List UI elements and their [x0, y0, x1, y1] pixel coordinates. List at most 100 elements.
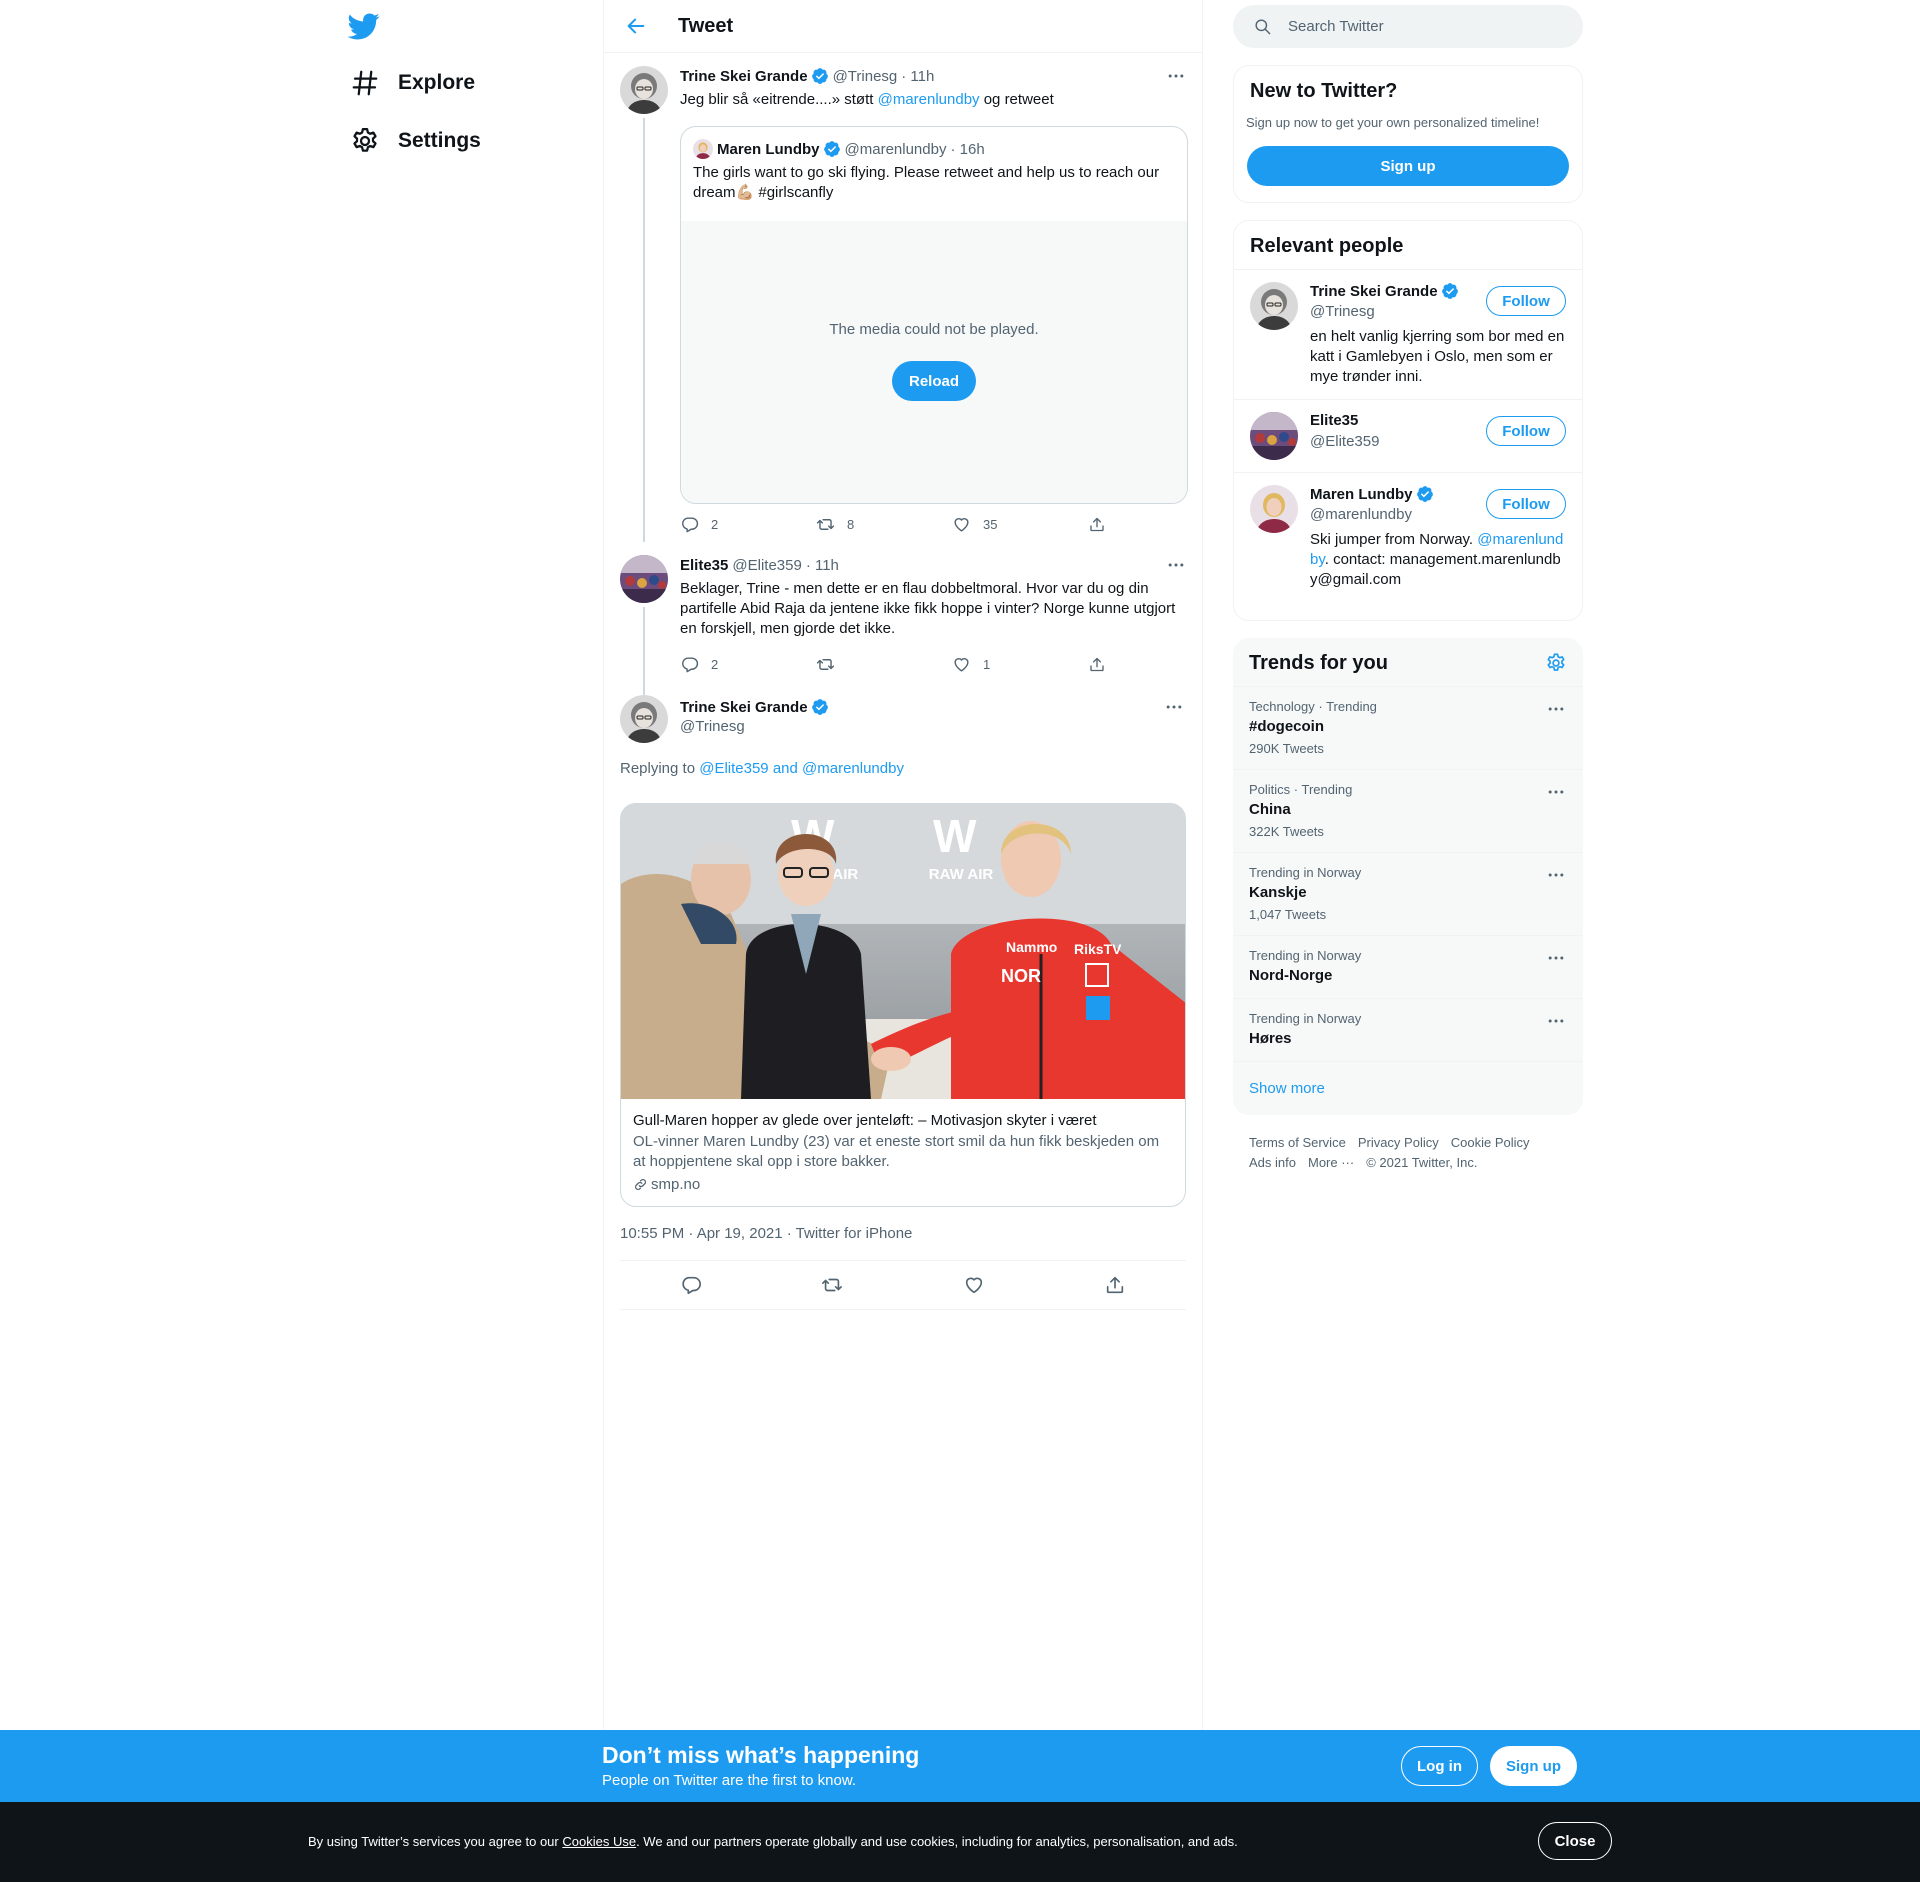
trend-item[interactable]: Trending in Norway Høres	[1233, 998, 1583, 1061]
avatar[interactable]	[1250, 412, 1298, 460]
share-button[interactable]	[1104, 1274, 1126, 1296]
trend-item[interactable]: Trending in Norway Nord-Norge	[1233, 935, 1583, 998]
avatar[interactable]	[1250, 485, 1298, 533]
like-button[interactable]	[963, 1274, 985, 1296]
photo-sign: RAW AIR	[929, 866, 994, 883]
search-bar[interactable]	[1233, 5, 1583, 48]
trend-name: Kanskje	[1249, 884, 1307, 901]
person-name-text: Trine Skei Grande	[1310, 282, 1438, 300]
arrow-left-icon	[627, 18, 645, 34]
reply-button[interactable]: 2	[680, 654, 816, 674]
trend-count: 1,047 Tweets	[1249, 907, 1327, 922]
nav-settings-label: Settings	[398, 129, 481, 152]
author-name[interactable]: Trine Skei Grande	[680, 68, 808, 85]
footer-privacy-link[interactable]: Privacy Policy	[1358, 1133, 1439, 1153]
share-button[interactable]	[1088, 654, 1118, 674]
author-handle[interactable]: @Elite359	[732, 557, 801, 574]
footer-more-link[interactable]: More ···	[1308, 1153, 1354, 1173]
share-icon	[1104, 1274, 1126, 1296]
author-name[interactable]: Trine Skei Grande	[680, 699, 808, 716]
trends-settings-button[interactable]	[1545, 652, 1567, 674]
like-button[interactable]: 35	[952, 514, 1088, 534]
banner-title: Don’t miss what’s happening	[602, 1742, 920, 1768]
person-bio: en helt vanlig kjerring som bor med en k…	[1310, 328, 1565, 385]
trend-more-button[interactable]	[1545, 865, 1567, 885]
banner-signup-button[interactable]: Sign up	[1490, 1746, 1577, 1786]
avatar[interactable]	[620, 695, 668, 743]
thread-tweet-1[interactable]: Trine Skei Grande @Trinesg · 11h Jeg bli…	[620, 66, 1188, 542]
back-button[interactable]	[618, 8, 654, 44]
search-input[interactable]	[1288, 18, 1548, 35]
retweet-button[interactable]	[816, 654, 952, 674]
cookie-banner: By using Twitter’s services you agree to…	[0, 1802, 1920, 1882]
login-button[interactable]: Log in	[1401, 1746, 1478, 1786]
verified-badge-icon	[1441, 282, 1459, 300]
card-source-domain: smp.no	[651, 1176, 701, 1193]
person-item[interactable]: Trine Skei Grande @Trinesg en helt vanli…	[1234, 269, 1582, 399]
reply-button[interactable]: 2	[680, 514, 816, 534]
footer-terms-link[interactable]: Terms of Service	[1249, 1133, 1346, 1153]
more-dots-icon	[1166, 555, 1186, 575]
thread-tweet-2[interactable]: Elite35 @Elite359 · 11h Beklager, Trine …	[620, 555, 1188, 695]
footer-cookie-link[interactable]: Cookie Policy	[1451, 1133, 1530, 1153]
reply-count: 2	[711, 516, 719, 532]
nav-explore[interactable]: Explore	[350, 59, 475, 107]
cookies-use-link[interactable]: Cookies Use	[562, 1834, 636, 1849]
quote-avatar	[693, 139, 713, 159]
card-title: Gull-Maren hopper av glede over jenteløf…	[633, 1112, 1097, 1129]
author-handle[interactable]: @Trinesg	[680, 718, 829, 735]
like-count: 35	[983, 516, 998, 532]
avatar[interactable]	[1250, 282, 1298, 330]
retweet-button[interactable]	[821, 1274, 843, 1296]
avatar[interactable]	[620, 555, 668, 603]
like-button[interactable]: 1	[952, 654, 1088, 674]
nav-settings[interactable]: Settings	[350, 117, 481, 165]
more-options-button[interactable]	[1164, 66, 1188, 86]
person-bio: Ski jumper from Norway. @marenlundby. co…	[1310, 530, 1568, 590]
share-icon	[1088, 655, 1106, 674]
trend-more-button[interactable]	[1545, 782, 1567, 802]
person-item[interactable]: Elite35 @Elite359 Follow	[1234, 399, 1582, 472]
footer-copyright: © 2021 Twitter, Inc.	[1366, 1155, 1478, 1170]
more-options-button[interactable]	[1164, 555, 1188, 575]
follow-button[interactable]: Follow	[1486, 489, 1566, 519]
cookie-close-button[interactable]: Close	[1538, 1822, 1612, 1860]
trend-more-button[interactable]	[1545, 1011, 1567, 1031]
sidebar-signup-button[interactable]: Sign up	[1247, 146, 1569, 186]
link-card[interactable]: W W RAW AIR RAW AIR	[620, 803, 1186, 1207]
author-handle[interactable]: @Trinesg	[833, 68, 898, 85]
link-icon	[635, 1179, 646, 1190]
retweet-button[interactable]: 8	[816, 514, 952, 534]
replying-to-links[interactable]: @Elite359 and @marenlundby	[699, 760, 904, 777]
new-panel-subtitle: Sign up now to get your own personalized…	[1246, 115, 1540, 130]
trend-more-button[interactable]	[1545, 699, 1567, 719]
follow-button[interactable]: Follow	[1486, 416, 1566, 446]
search-icon	[1255, 19, 1271, 35]
trend-name: #dogecoin	[1249, 718, 1325, 735]
cookie-text-part: . We and our partners operate globally a…	[636, 1834, 1238, 1849]
avatar[interactable]	[620, 66, 668, 114]
reload-button[interactable]: Reload	[892, 361, 976, 401]
reply-icon	[680, 515, 699, 534]
trend-context: Politics · Trending	[1249, 782, 1353, 797]
tweet-time[interactable]: · 11h	[901, 68, 934, 85]
footer-ads-link[interactable]: Ads info	[1249, 1153, 1296, 1173]
trend-more-button[interactable]	[1545, 948, 1567, 968]
trend-item[interactable]: Politics · Trending China 322K Tweets	[1233, 769, 1583, 852]
tweet-meta[interactable]: 10:55 PM · Apr 19, 2021 · Twitter for iP…	[620, 1225, 912, 1242]
show-more-link[interactable]: Show more	[1249, 1080, 1325, 1097]
tweet-actions: 2 8 35	[680, 514, 1120, 534]
tweet-time[interactable]: · 11h	[806, 557, 839, 574]
share-button[interactable]	[1088, 514, 1118, 534]
author-name[interactable]: Elite35	[680, 557, 728, 574]
person-item[interactable]: Maren Lundby @marenlundby Ski jumper fro…	[1234, 472, 1582, 620]
follow-button[interactable]: Follow	[1486, 286, 1566, 316]
twitter-logo-icon[interactable]	[348, 10, 384, 46]
mention-link[interactable]: @marenlundby	[878, 91, 980, 108]
more-options-button[interactable]	[1162, 697, 1186, 717]
reply-button[interactable]	[680, 1274, 702, 1296]
author-block[interactable]: Trine Skei Grande @Trinesg	[680, 697, 829, 735]
trend-item[interactable]: Technology · Trending #dogecoin 290K Twe…	[1233, 686, 1583, 769]
quoted-tweet[interactable]: Maren Lundby @marenlundby · 16h The girl…	[680, 126, 1188, 504]
trend-item[interactable]: Trending in Norway Kanskje 1,047 Tweets	[1233, 852, 1583, 935]
